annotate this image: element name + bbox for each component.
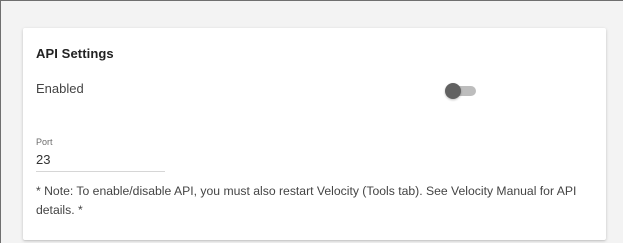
card-title: API Settings xyxy=(36,46,114,61)
api-settings-card: API Settings Enabled Port * Note: To ena… xyxy=(23,28,606,240)
enabled-label: Enabled xyxy=(36,81,84,96)
port-field: Port xyxy=(36,137,165,172)
enabled-toggle[interactable] xyxy=(445,83,477,99)
api-note-text: * Note: To enable/disable API, you must … xyxy=(36,184,577,217)
port-label: Port xyxy=(36,137,53,147)
enabled-setting-row: Enabled xyxy=(36,81,506,101)
toggle-thumb xyxy=(445,83,461,99)
port-input[interactable] xyxy=(36,152,165,172)
